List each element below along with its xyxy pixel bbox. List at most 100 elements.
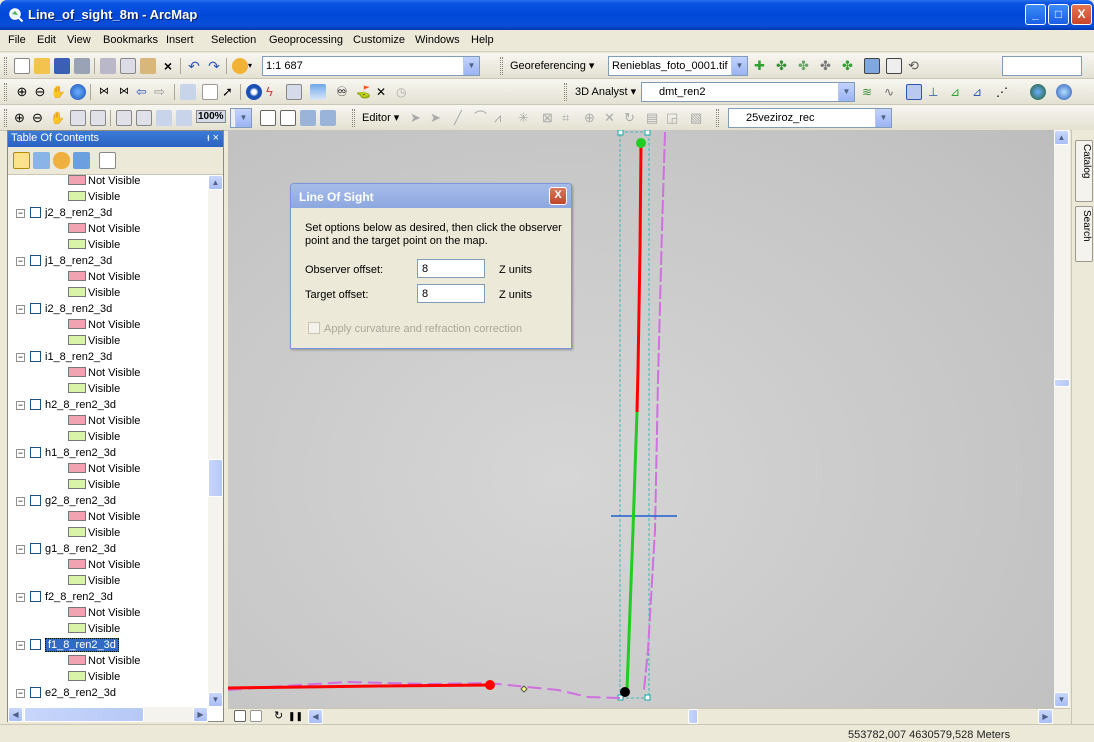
add-data-icon[interactable]	[232, 58, 248, 74]
fixed-zoom-in-icon[interactable]: ⋈	[96, 84, 112, 100]
endpoint-arc-icon[interactable]: ⌒	[474, 110, 490, 126]
visible-swatch[interactable]	[68, 287, 86, 297]
visible-swatch[interactable]	[68, 671, 86, 681]
layer-name[interactable]: f1_8_ren2_3d	[45, 638, 119, 652]
list-by-drawing-order-icon[interactable]	[13, 152, 30, 169]
layer-name[interactable]: i2_8_ren2_3d	[45, 303, 112, 315]
collapse-icon[interactable]: −	[16, 689, 25, 698]
not-visible-swatch[interactable]	[68, 463, 86, 473]
chevron-down-icon[interactable]: ▼	[875, 109, 891, 127]
visible-swatch[interactable]	[68, 623, 86, 633]
toggle-draft-icon[interactable]	[260, 110, 276, 126]
collapse-icon[interactable]: −	[16, 209, 25, 218]
visible-swatch[interactable]	[68, 335, 86, 345]
point-profile-icon[interactable]: ⋰	[996, 84, 1012, 100]
new-document-icon[interactable]	[14, 58, 30, 74]
toc-layer-row[interactable]: − e2_8_ren2_3d	[16, 687, 116, 703]
toc-layer-row[interactable]: − i2_8_ren2_3d	[16, 303, 112, 319]
not-visible-swatch[interactable]	[68, 607, 86, 617]
not-visible-swatch[interactable]	[68, 415, 86, 425]
menu-windows[interactable]: Windows	[415, 34, 460, 46]
measure-icon[interactable]	[310, 84, 326, 100]
layer-visibility-checkbox[interactable]	[30, 543, 41, 554]
scroll-up-icon[interactable]: ▲	[208, 175, 223, 190]
find-binoculars-icon[interactable]: ♾	[336, 84, 352, 100]
point-icon[interactable]: ✳	[518, 110, 534, 126]
clear-selection-icon[interactable]	[202, 84, 218, 100]
pause-drawing-icon[interactable]: ❚❚	[288, 709, 304, 725]
zoom-to-link-icon[interactable]: ✤	[798, 58, 814, 74]
not-visible-swatch[interactable]	[68, 367, 86, 377]
select-features-icon[interactable]	[180, 84, 196, 100]
zoom-in-icon[interactable]: ⊕	[14, 84, 30, 100]
collapse-icon[interactable]: −	[16, 401, 25, 410]
split-icon[interactable]: ✕	[604, 110, 620, 126]
layer-visibility-checkbox[interactable]	[30, 207, 41, 218]
curvature-correction-option[interactable]: Apply curvature and refraction correctio…	[308, 322, 522, 335]
menu-view[interactable]: View	[67, 34, 91, 46]
chevron-down-icon[interactable]: ▼	[731, 57, 747, 75]
change-layout-icon[interactable]	[300, 110, 316, 126]
rotate-icon[interactable]: ⟲	[908, 58, 924, 74]
toc-scroll-thumb[interactable]	[208, 459, 223, 497]
go-back-icon[interactable]: ⇦	[136, 84, 152, 100]
fixed-zoom-in-layout-icon[interactable]	[116, 110, 132, 126]
cut-polygons-icon[interactable]: ⊕	[584, 110, 600, 126]
viewer-icon[interactable]	[864, 58, 880, 74]
go-forward-extent-icon[interactable]	[176, 110, 192, 126]
select-elements-icon[interactable]: ➚	[222, 84, 238, 100]
print-icon[interactable]	[74, 58, 90, 74]
toc-pin-close-buttons[interactable]: ᵻ ×	[207, 132, 219, 144]
chevron-down-icon[interactable]: ▼	[838, 83, 854, 101]
toc-layer-row[interactable]: − j1_8_ren2_3d	[16, 255, 112, 271]
observer-point[interactable]	[620, 687, 630, 697]
scroll-down-icon[interactable]: ▼	[208, 692, 223, 707]
list-by-selection-icon[interactable]	[73, 152, 90, 169]
toc-layer-row[interactable]: − j2_8_ren2_3d	[16, 207, 112, 223]
layer-name[interactable]: g2_8_ren2_3d	[45, 495, 116, 507]
visible-swatch[interactable]	[68, 527, 86, 537]
visible-swatch[interactable]	[68, 239, 86, 249]
visible-swatch[interactable]	[68, 383, 86, 393]
collapse-icon[interactable]: −	[16, 305, 25, 314]
line-endpoint[interactable]	[485, 680, 495, 690]
selection-handle[interactable]	[644, 694, 651, 701]
interpolate-line-icon[interactable]: ⊿	[950, 84, 966, 100]
scroll-up-icon[interactable]: ▲	[1054, 130, 1069, 145]
time-slider-icon[interactable]: ◷	[396, 84, 412, 100]
layer-visibility-checkbox[interactable]	[30, 495, 41, 506]
fixed-zoom-out-layout-icon[interactable]	[136, 110, 152, 126]
toc-layer-row[interactable]: − f2_8_ren2_3d	[16, 591, 113, 607]
visible-swatch[interactable]	[68, 479, 86, 489]
georeferencing-menu[interactable]: Georeferencing ▾	[510, 59, 594, 72]
dialog-close-button[interactable]: X	[549, 187, 567, 205]
create-features-icon[interactable]: ▧	[690, 110, 706, 126]
layer-name[interactable]: h2_8_ren2_3d	[45, 399, 116, 411]
toolbar-grip[interactable]	[716, 109, 719, 127]
not-visible-swatch[interactable]	[68, 559, 86, 569]
not-visible-swatch[interactable]	[68, 511, 86, 521]
menu-customize[interactable]: Customize	[353, 34, 405, 46]
collapse-icon[interactable]: −	[16, 545, 25, 554]
toolbar-grip[interactable]	[352, 109, 355, 127]
layout-pan-icon[interactable]: ✋	[50, 110, 66, 126]
3d-analyst-layer-combo[interactable]: dmt_ren2 ▼	[641, 82, 855, 102]
observer-offset-input[interactable]: 8	[417, 259, 485, 278]
blank-combo[interactable]	[1002, 56, 1082, 76]
arcscene-icon[interactable]	[1056, 84, 1072, 100]
toolbar-grip[interactable]	[4, 83, 7, 101]
dialog-title-bar[interactable]: Line Of Sight X	[291, 184, 571, 208]
hyperlink-icon[interactable]: ϟ	[266, 84, 282, 100]
target-point[interactable]	[636, 138, 646, 148]
menu-selection[interactable]: Selection	[211, 34, 256, 46]
open-folder-icon[interactable]	[34, 58, 50, 74]
layout-zoom-combo[interactable]: ▼	[230, 108, 252, 128]
rotate-edit-icon[interactable]: ↻	[624, 110, 640, 126]
map-hscroll-thumb[interactable]	[688, 709, 698, 724]
layer-name[interactable]: f2_8_ren2_3d	[45, 591, 113, 603]
profile-graph-icon[interactable]: ⊿	[972, 84, 988, 100]
interpolate-point-icon[interactable]: ⊥	[928, 84, 944, 100]
find-route-icon[interactable]: ⛳	[356, 84, 372, 100]
menu-bookmarks[interactable]: Bookmarks	[103, 34, 158, 46]
edit-tool-icon[interactable]: ➤	[410, 110, 426, 126]
